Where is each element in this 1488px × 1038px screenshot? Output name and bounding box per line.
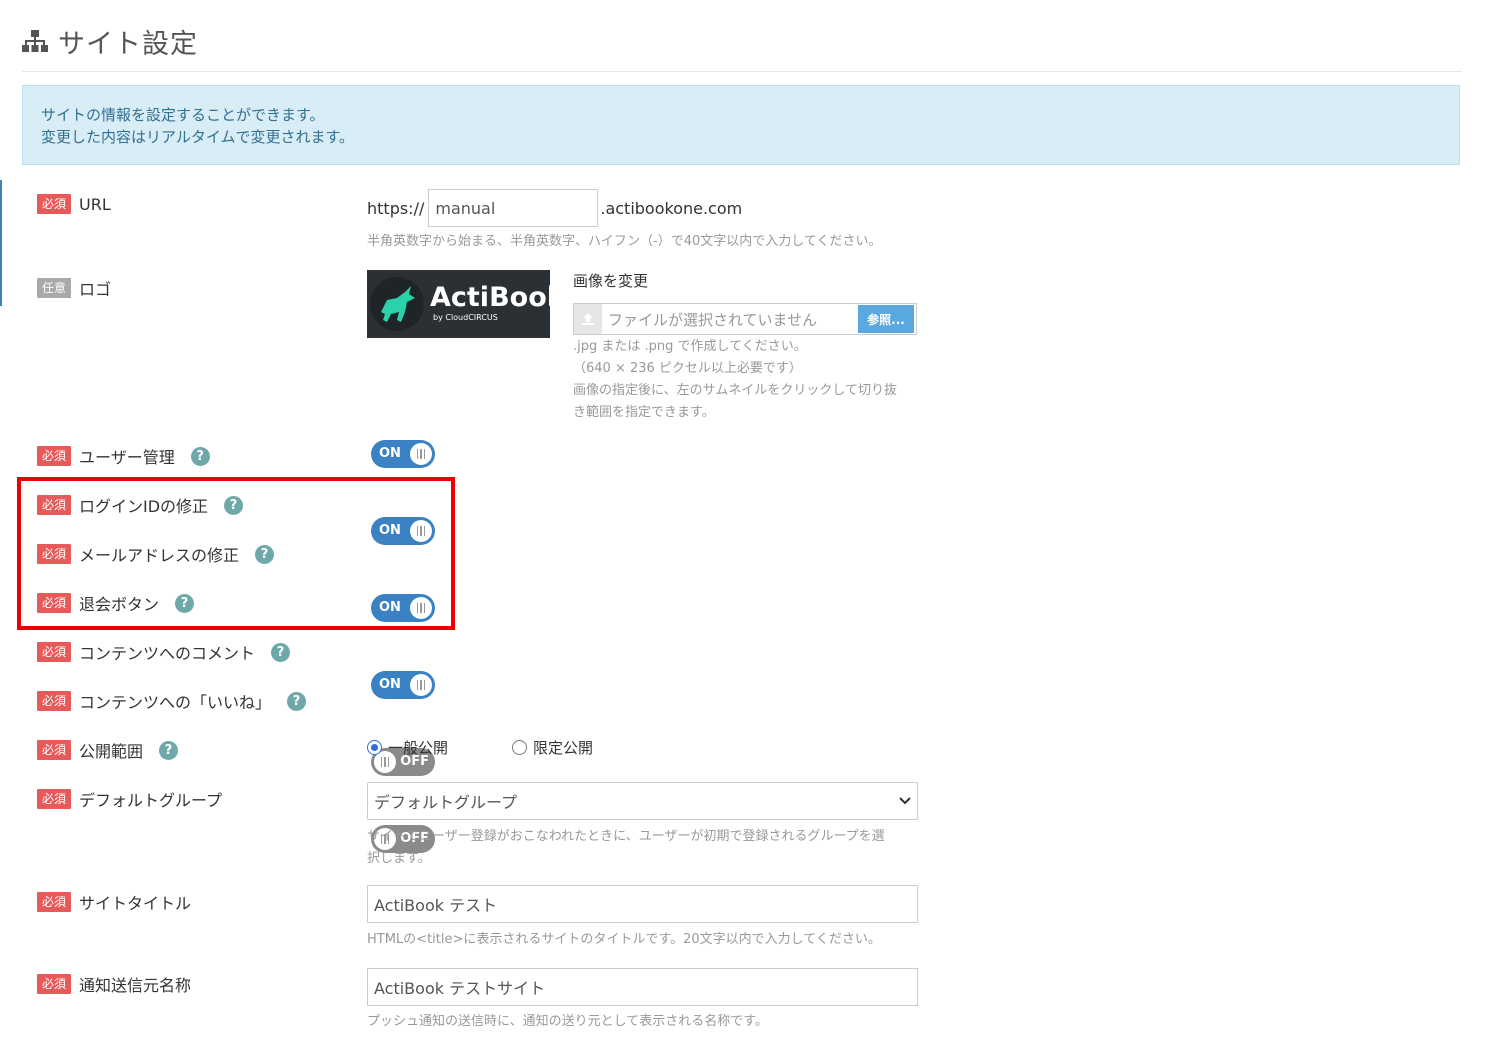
info-alert: サイトの情報を設定することができます。 変更した内容はリアルタイムで変更されます… [22, 85, 1460, 165]
url-prefix: https:// [367, 198, 425, 218]
logo-hint-2: （640 × 236 ピクセル以上必要です） [573, 361, 802, 376]
info-line-2: 変更した内容はリアルタイムで変更されます。 [41, 128, 355, 146]
radio-limited-button[interactable] [512, 740, 528, 755]
info-line-1: サイトの情報を設定することができます。 [41, 106, 325, 124]
page-title: サイト設定 [58, 28, 198, 60]
content-comment-text: コンテンツへのコメント [79, 644, 256, 663]
user-management-toggle[interactable]: ON [371, 440, 435, 468]
url-label: 必須 URL [37, 194, 111, 214]
header-divider [22, 71, 1462, 72]
default-group-value: デフォルトグループ [374, 793, 518, 812]
subdomain-input[interactable]: manual [428, 189, 599, 227]
user-management-text: ユーザー管理 [79, 448, 175, 467]
help-icon[interactable] [190, 446, 210, 466]
required-badge: 必須 [37, 974, 72, 994]
sender-name-hint: プッシュ通知の送信時に、通知の送り元として表示される名称です。 [367, 1014, 768, 1029]
toggle-knob [410, 674, 432, 696]
default-group-hint-2: 択します。 [367, 851, 431, 866]
radio-limited[interactable]: 限定公開 [512, 737, 593, 758]
required-badge: 必須 [37, 740, 72, 760]
sender-name-input[interactable]: ActiBook テストサイト [367, 968, 918, 1006]
required-badge: 必須 [37, 194, 72, 214]
logo-wordmark: ActiBook [430, 282, 550, 313]
site-title-label: 必須 サイトタイトル [37, 890, 191, 914]
logo-thumbnail[interactable]: ActiBook by CloudCIRCUS [367, 270, 550, 338]
site-title-text: サイトタイトル [79, 894, 192, 913]
url-hint: 半角英数字から始まる、半角英数字、ハイフン（-）で40文字以内で入力してください… [367, 234, 882, 249]
radio-public-label: 一般公開 [388, 739, 449, 757]
user-management-label: 必須 ユーザー管理 [37, 444, 210, 468]
content-like-text: コンテンツへの「いいね」 [79, 693, 272, 712]
radio-public[interactable]: 一般公開 [367, 737, 448, 758]
default-group-select[interactable]: デフォルトグループ [367, 782, 918, 820]
default-group-hint: サイトでユーザー登録がおこなわれたときに、ユーザーが初期で登録されるグループを選… [367, 826, 885, 870]
required-badge: 必須 [37, 691, 72, 711]
default-group-text: デフォルトグループ [79, 791, 223, 810]
goat-logo-icon [381, 286, 415, 322]
site-title-hint: HTMLの<title>に表示されるサイトのタイトルです。20文字以内で入力して… [367, 932, 881, 947]
content-like-label: 必須 コンテンツへの「いいね」 [37, 689, 307, 713]
logo-hints: .jpg または .png で作成してください。 （640 × 236 ピクセル… [573, 336, 897, 424]
content-comment-label: 必須 コンテンツへのコメント [37, 640, 291, 664]
page-header: サイト設定 [22, 22, 198, 60]
url-suffix: .actibookone.com [600, 198, 743, 218]
file-input[interactable]: ファイルが選択されていません 参照... [573, 303, 917, 335]
visibility-text: 公開範囲 [79, 742, 144, 761]
change-image-label: 画像を変更 [573, 272, 649, 290]
highlight-box [17, 477, 455, 630]
radio-limited-label: 限定公開 [533, 739, 594, 757]
required-badge: 必須 [37, 892, 72, 912]
visibility-radios: 一般公開 限定公開 [367, 737, 593, 758]
help-icon[interactable] [159, 740, 179, 760]
required-badge: 必須 [37, 446, 72, 466]
toggle-state: ON [379, 446, 401, 461]
file-placeholder: ファイルが選択されていません [608, 310, 818, 329]
active-indicator [0, 180, 2, 306]
sender-name-label: 必須 通知送信元名称 [37, 972, 191, 996]
help-icon[interactable] [271, 642, 291, 662]
upload-icon [574, 304, 602, 334]
site-title-input[interactable]: ActiBook テスト [367, 885, 918, 923]
default-group-hint-1: サイトでユーザー登録がおこなわれたときに、ユーザーが初期で登録されるグループを選 [367, 829, 885, 844]
logo-tagline: by CloudCIRCUS [433, 313, 498, 322]
optional-badge: 任意 [37, 278, 72, 298]
required-badge: 必須 [37, 642, 72, 662]
logo-hint-3: 画像の指定後に、左のサムネイルをクリックして切り抜 [573, 383, 897, 398]
url-label-text: URL [79, 194, 111, 214]
radio-public-button[interactable] [367, 740, 382, 755]
sitemap-icon [22, 30, 48, 52]
logo-hint-4: き範囲を指定できます。 [573, 405, 715, 420]
logo-hint-1: .jpg または .png で作成してください。 [573, 339, 807, 354]
sender-name-text: 通知送信元名称 [79, 976, 192, 995]
withdraw-button-toggle[interactable]: ON [371, 671, 435, 699]
default-group-label: 必須 デフォルトグループ [37, 787, 222, 811]
required-badge: 必須 [37, 789, 72, 809]
visibility-label: 必須 公開範囲 [37, 738, 179, 762]
toggle-knob [410, 443, 432, 465]
logo-label-text: ロゴ [79, 280, 112, 299]
logo-label: 任意 ロゴ [37, 276, 111, 300]
browse-button[interactable]: 参照... [858, 305, 914, 333]
help-icon[interactable] [287, 691, 307, 711]
chevron-down-icon [899, 797, 911, 805]
toggle-state: ON [379, 677, 401, 692]
url-field-group: https:// manual .actibookone.com [367, 189, 742, 227]
